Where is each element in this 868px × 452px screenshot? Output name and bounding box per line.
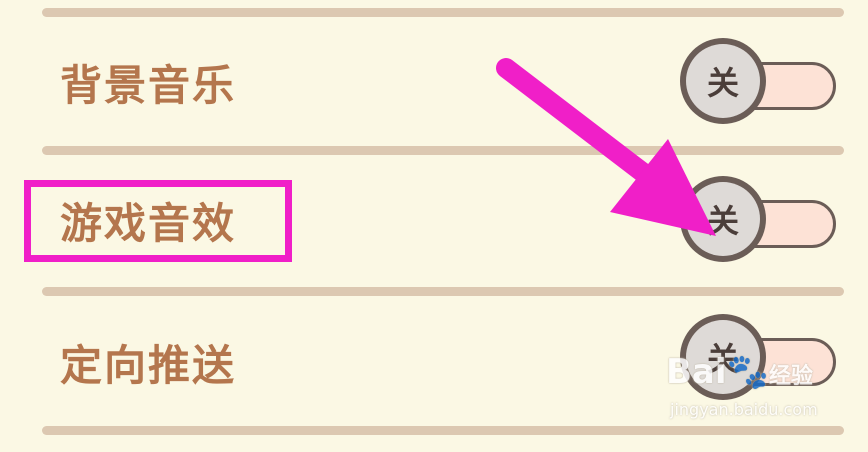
baidu-jingyan-watermark: Bai🐾经验 jingyan.baidu.com (666, 352, 866, 432)
watermark-brand-text: Bai (666, 352, 727, 392)
paw-icon: 🐾 (726, 352, 769, 392)
watermark-brand-suffix: 经验 (768, 364, 813, 389)
watermark-brand: Bai🐾经验 (666, 352, 813, 392)
watermark-url: jingyan.baidu.com (670, 400, 818, 419)
